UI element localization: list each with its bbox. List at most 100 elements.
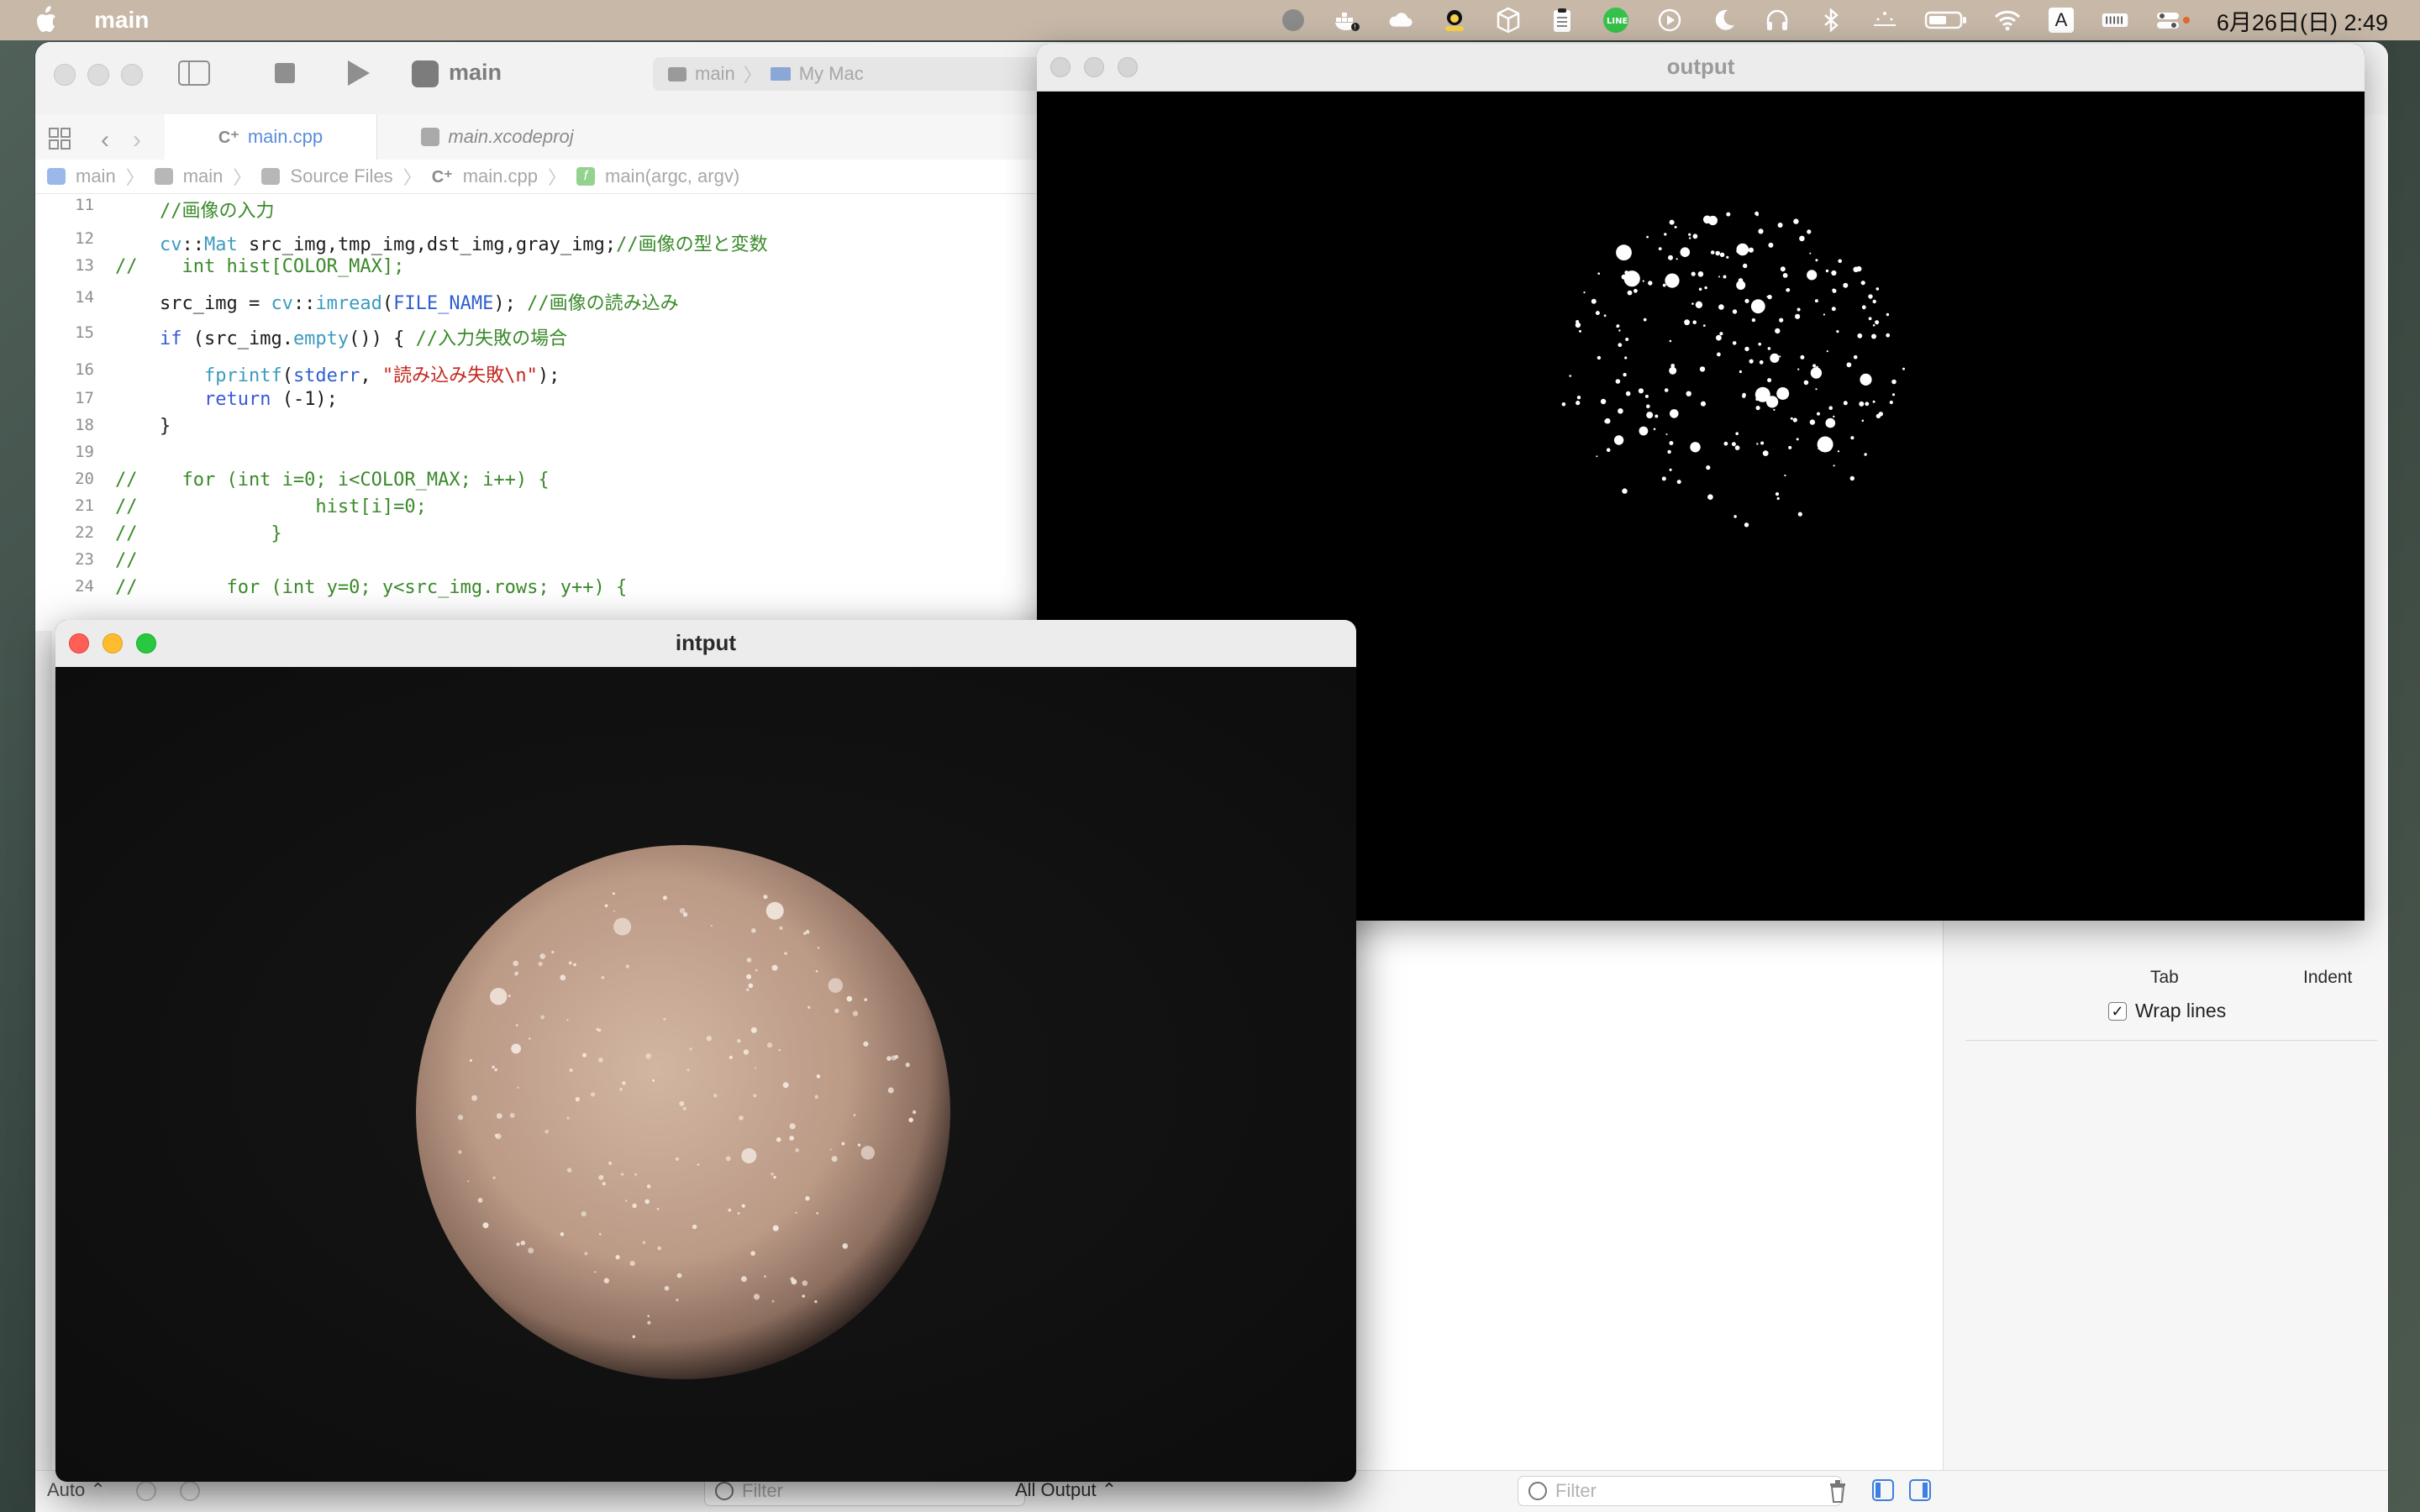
code-text: // for (int y=0; y<src_img.rows; y++) { <box>115 577 628 598</box>
variables-scope-selector[interactable]: Auto ⌃ <box>47 1479 106 1501</box>
zoom-window-button[interactable] <box>121 64 143 86</box>
package-box-icon[interactable] <box>1494 6 1523 34</box>
close-window-button[interactable] <box>54 64 76 86</box>
terminal-icon <box>668 66 687 81</box>
code-line[interactable]: 14 src_img = cv::imread(FILE_NAME); //画像… <box>35 288 1035 314</box>
wrap-lines-checkbox[interactable]: ✓ <box>2108 1001 2127 1021</box>
icloud-icon[interactable] <box>1386 6 1415 34</box>
code-line[interactable]: 15 if (src_img.empty()) { //入力失敗の場合 <box>35 323 1035 349</box>
apple-menu-icon[interactable] <box>30 3 64 37</box>
code-line[interactable]: 19 <box>35 443 1035 468</box>
line-number: 22 <box>75 523 94 542</box>
play-circle-icon[interactable] <box>1655 6 1684 34</box>
code-line[interactable]: 16 fprintf(stderr, "読み込み失敗\n"); <box>35 360 1035 386</box>
app-menu-name[interactable]: main <box>94 7 149 34</box>
bluetooth-icon[interactable] <box>1817 6 1845 34</box>
network-activity-icon[interactable] <box>1870 6 1899 34</box>
tab-main-xcodeproj[interactable]: main.xcodeproj <box>380 114 615 160</box>
jumpbar-item[interactable]: main(argc, argv) <box>605 165 739 187</box>
code-text: // } <box>115 523 282 544</box>
mascot-app-icon[interactable] <box>1440 6 1469 34</box>
trash-icon[interactable] <box>1828 1479 1847 1503</box>
headphones-icon[interactable] <box>1763 6 1791 34</box>
minimize-window-button[interactable] <box>87 64 109 86</box>
microscope-input-image <box>55 667 1356 1482</box>
info-icon[interactable] <box>180 1481 200 1501</box>
filter-placeholder: Filter <box>742 1480 783 1501</box>
input-window-titlebar[interactable]: intput <box>55 620 1356 668</box>
run-button[interactable] <box>348 60 370 86</box>
code-line[interactable]: 17 return (-1); <box>35 389 1035 414</box>
line-number: 23 <box>75 550 94 569</box>
svg-text:!: ! <box>1354 24 1356 31</box>
code-line[interactable]: 23 // <box>35 550 1035 575</box>
code-text: cv::Mat src_img,tmp_img,dst_img,gray_img… <box>159 234 768 255</box>
code-text: // <box>115 550 138 571</box>
code-line[interactable]: 22 // } <box>35 523 1035 549</box>
chevron-right-icon[interactable]: › <box>133 126 141 155</box>
clipboard-icon[interactable] <box>1548 6 1576 34</box>
line-app-icon[interactable]: LINE <box>1602 6 1630 34</box>
control-center-icon[interactable] <box>2154 6 2191 34</box>
console-filter[interactable]: Filter <box>1518 1476 1842 1506</box>
chevron-right-icon: 〉 <box>743 65 762 86</box>
code-line[interactable]: 18 } <box>35 416 1035 441</box>
code-text: return (-1); <box>203 389 338 410</box>
output-window-titlebar[interactable]: output <box>1037 44 2365 92</box>
code-editor[interactable]: 11 //画像の入力12 cv::Mat src_img,tmp_img,dst… <box>35 194 1035 631</box>
chevron-left-icon[interactable]: ‹ <box>101 126 109 155</box>
tab-label: main.xcodeproj <box>448 126 574 147</box>
mac-laptop-icon <box>770 67 791 81</box>
jumpbar-item[interactable]: main <box>76 165 116 187</box>
console-output-selector[interactable]: All Output ⌃ <box>1015 1479 1117 1501</box>
tab-label: main.cpp <box>247 126 324 147</box>
chevron-right-icon: 〉 <box>547 167 566 188</box>
window-title: intput <box>675 630 737 655</box>
cpp-file-icon: C⁺ <box>431 167 453 186</box>
wifi-icon[interactable] <box>1993 6 2022 34</box>
jumpbar-item[interactable]: main.cpp <box>463 165 538 187</box>
line-number: 16 <box>75 360 94 379</box>
battery-icon[interactable] <box>1924 6 1968 34</box>
destination-scheme: main <box>695 63 735 84</box>
code-line[interactable]: 13 // int hist[COLOR_MAX]; <box>35 256 1035 281</box>
show-variables-pane-icon[interactable] <box>1872 1479 1894 1501</box>
divider <box>1965 1040 2377 1041</box>
chevron-right-icon: 〉 <box>233 167 252 188</box>
specimen-sphere <box>416 845 950 1379</box>
show-console-pane-icon[interactable] <box>1909 1479 1931 1501</box>
sidebar-toggle-icon[interactable] <box>178 60 210 86</box>
run-destination-selector[interactable]: main 〉 My Mac <box>653 57 1073 91</box>
stop-button[interactable] <box>275 63 295 83</box>
chevron-right-icon: 〉 <box>125 167 145 188</box>
wrap-lines-label: Wrap lines <box>2135 1000 2227 1021</box>
moon-icon[interactable] <box>1709 6 1738 34</box>
docker-icon[interactable]: ! <box>1333 6 1361 34</box>
record-indicator-icon[interactable] <box>1279 6 1307 34</box>
line-number: 18 <box>75 416 94 434</box>
wrap-lines-option[interactable]: ✓ Wrap lines <box>2108 1000 2226 1022</box>
keyboard-icon[interactable] <box>2101 6 2129 34</box>
eye-icon[interactable] <box>136 1481 156 1501</box>
code-line[interactable]: 20 // for (int i=0; i<COLOR_MAX; i++) { <box>35 470 1035 495</box>
filter-placeholder: Filter <box>1555 1480 1597 1501</box>
line-number: 14 <box>75 288 94 307</box>
line-number: 17 <box>75 389 94 407</box>
jumpbar-item[interactable]: main <box>183 165 224 187</box>
scheme-title[interactable]: main <box>449 60 502 86</box>
cpp-file-icon: C⁺ <box>218 128 239 147</box>
svg-text:LINE: LINE <box>1607 17 1628 26</box>
jumpbar-item[interactable]: Source Files <box>290 165 392 187</box>
tab-width-label: Tab <box>2150 968 2179 987</box>
code-line[interactable]: 11 //画像の入力 <box>35 196 1035 222</box>
related-items-grid-icon[interactable] <box>49 128 71 150</box>
line-number: 13 <box>75 256 94 275</box>
input-source-icon[interactable]: A <box>2047 6 2075 34</box>
code-line[interactable]: 21 // hist[i]=0; <box>35 496 1035 522</box>
status-area: ! LINE A 6月26日(日) 2:49 <box>1279 0 2388 40</box>
menu-clock[interactable]: 6月26日(日) 2:49 <box>2217 4 2388 37</box>
tab-main-cpp[interactable]: C⁺ main.cpp <box>165 114 377 160</box>
filter-icon <box>715 1482 734 1500</box>
code-line[interactable]: 24 // for (int y=0; y<src_img.rows; y++) … <box>35 577 1035 602</box>
code-line[interactable]: 12 cv::Mat src_img,tmp_img,dst_img,gray_… <box>35 229 1035 255</box>
